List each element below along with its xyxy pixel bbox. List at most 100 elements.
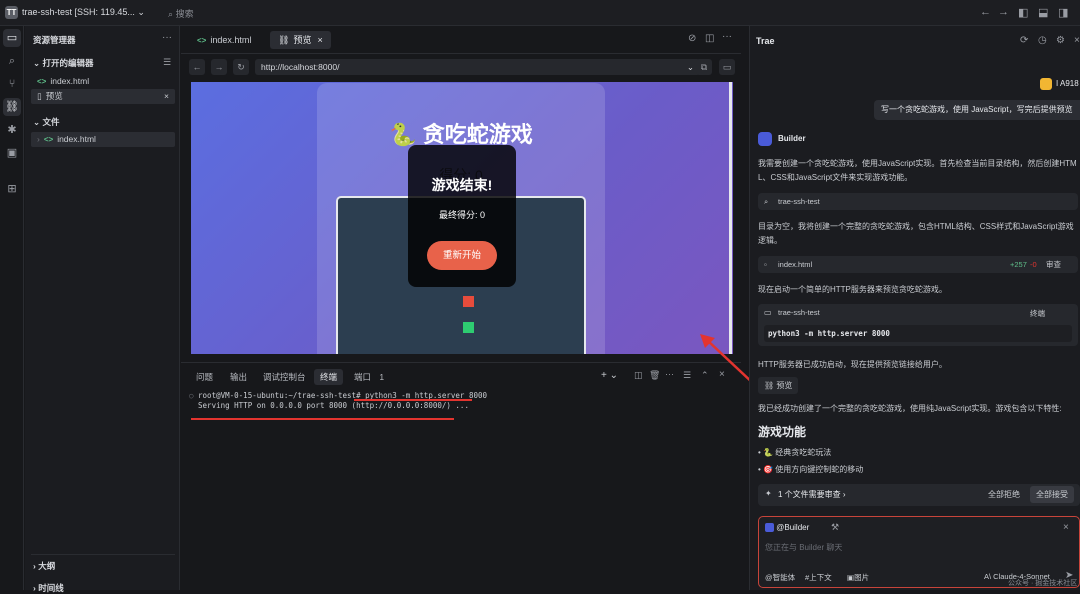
tab-ports[interactable]: 端口 1	[354, 371, 384, 383]
tab-terminal[interactable]: 终端	[314, 369, 344, 385]
source-control-icon[interactable]: ⑂	[3, 75, 21, 93]
search-icon[interactable]: ⌕	[3, 52, 21, 70]
close-icon[interactable]: ×	[1074, 35, 1080, 46]
project-name[interactable]: trae-ssh-test [SSH: 119.45... ⌄	[22, 7, 145, 18]
agent-text: 我需要创建一个贪吃蛇游戏，使用JavaScript实现。首先检查当前目录结构，然…	[758, 159, 1077, 182]
image-button[interactable]: ▣图片	[847, 572, 869, 583]
close-icon[interactable]: ×	[164, 89, 169, 104]
context-button[interactable]: #上下文	[805, 572, 832, 583]
url-input[interactable]: http://localhost:8000/⌄	[255, 59, 700, 75]
file-change-box[interactable]: ▫ index.html +257 -0 审查	[758, 256, 1078, 273]
builder-mention[interactable]: @Builder	[765, 523, 809, 533]
game-over-dialog: 游戏结束! 最终得分: 0 重新开始	[408, 145, 516, 287]
debug-icon[interactable]: ✱	[3, 121, 21, 139]
restart-button[interactable]: 重新开始	[427, 241, 497, 270]
preview-viewport[interactable]: 🐍 贪吃蛇游戏 得分: 0 游戏结束! 最终得分: 0 重新开始	[191, 82, 733, 354]
search-icon: ⌕	[764, 197, 769, 206]
files-section[interactable]: ⌄ 文件	[33, 116, 60, 128]
explorer-icon[interactable]: ▭	[3, 29, 21, 47]
agent-button[interactable]: @智能体	[765, 572, 795, 583]
timeline-section[interactable]: › 时间线	[33, 582, 64, 594]
user-message: 写一个贪吃蛇游戏，使用 JavaScript，写完后提供预览	[874, 100, 1080, 120]
review-button[interactable]: 审查	[1046, 256, 1061, 273]
outline-section[interactable]: › 大纲	[33, 560, 55, 572]
terminal-tool-box[interactable]: ▭ trae-ssh-test 终端 python3 -m http.serve…	[758, 304, 1078, 346]
open-editors-section[interactable]: ⌄ 打开的编辑器	[33, 57, 94, 69]
terminal-output[interactable]: ○ root@VM-0-15-ubuntu:~/trae-ssh-test# p…	[189, 391, 487, 411]
pending-review-bar: ✦ 1 个文件需要审查 › 全部拒绝 全部接受	[758, 484, 1080, 506]
feature-item: • 🎯 使用方向键控制蛇的移动	[758, 465, 864, 474]
chat-title: Trae	[756, 36, 775, 46]
split-editor-icon[interactable]: ◫	[705, 33, 714, 44]
tab-debug-console[interactable]: 调试控制台	[263, 371, 306, 383]
code-icon: <>	[43, 135, 54, 144]
directory-tool-box[interactable]: ⌕ trae-ssh-test	[758, 193, 1078, 210]
tool-icon[interactable]: ⚒	[831, 522, 839, 533]
activity-bar: ▭ ⌕ ⑂ ⛓ ✱ ▣ ⊞	[0, 26, 24, 590]
bottom-panel: 问题 输出 调试控制台 终端 端口 1 + ⌄ ◫ 🗑 ··· ☰ ⌃ × ○ …	[181, 362, 741, 590]
reload-icon[interactable]: ↻	[233, 59, 249, 75]
new-chat-icon[interactable]: ⟳	[1020, 35, 1028, 46]
more-icon[interactable]: ···	[665, 369, 674, 379]
scrollbar[interactable]	[729, 82, 732, 354]
toggle-panel-icon[interactable]: ⬓	[1038, 6, 1048, 19]
code-icon: ▫	[764, 260, 767, 269]
explorer-sidebar: 资源管理器 ··· ⌄ 打开的编辑器 ☰ <> index.html ▯ 预览 × ⌄…	[25, 26, 180, 593]
editor-tabs: <> index.html ⛓ 预览 × ⊘ ◫ ···	[181, 26, 741, 54]
chevron-down-icon: ⌄	[137, 7, 145, 17]
filter-icon[interactable]: ☰	[163, 57, 171, 68]
accept-all-button[interactable]: 全部接受	[1030, 486, 1074, 503]
add-terminal-icon[interactable]: + ⌄	[601, 370, 618, 381]
settings-icon[interactable]: ⚙	[1056, 35, 1065, 46]
preview-button[interactable]: ⛓ 预览	[758, 377, 799, 394]
toggle-right-panel-icon[interactable]: ◨	[1058, 6, 1068, 19]
split-terminal-icon[interactable]: ◫	[634, 370, 643, 381]
code-icon: <>	[37, 77, 47, 86]
features-heading: 游戏功能	[758, 425, 807, 439]
file-icon: ▯	[37, 91, 42, 101]
remote-link-icon[interactable]: ⛓	[3, 98, 21, 116]
chevron-right-icon: ›	[33, 561, 36, 571]
agent-text: HTTP服务器已成功启动，现在提供预览链接给用户。	[758, 360, 947, 369]
sparkle-icon: ✦	[765, 489, 772, 498]
toggle-sidebar-icon[interactable]: ◧	[1018, 6, 1028, 19]
final-score: 最终得分: 0	[438, 210, 485, 220]
app-icon[interactable]: TT	[5, 6, 18, 19]
reject-all-button[interactable]: 全部拒绝	[982, 486, 1026, 503]
back-icon[interactable]: ←	[189, 59, 205, 75]
more-icon[interactable]: ···	[722, 31, 732, 42]
close-icon[interactable]: ×	[317, 35, 322, 45]
food-block	[463, 322, 474, 333]
settings-icon[interactable]: ☰	[683, 370, 691, 381]
close-icon[interactable]: ×	[1063, 522, 1069, 533]
tab-preview[interactable]: ⛓ 预览 ×	[270, 31, 331, 49]
tab-output[interactable]: 输出	[230, 371, 247, 383]
editor-area: <> index.html ⛓ 预览 × ⊘ ◫ ··· ← → ↻ http://l…	[181, 26, 741, 590]
link-icon: ⛓	[278, 35, 290, 45]
open-editor-item[interactable]: <> index.html	[31, 74, 175, 89]
tab-index-html[interactable]: <> index.html	[189, 31, 259, 49]
pending-files[interactable]: 1 个文件需要审查 ›	[778, 489, 846, 500]
chat-icon[interactable]: ▣	[3, 144, 21, 162]
back-arrow-icon[interactable]: ←	[980, 6, 991, 18]
annotation-underline	[191, 418, 454, 420]
extensions-icon[interactable]: ⊞	[3, 180, 21, 198]
search-box[interactable]: ⌕ 搜索	[168, 7, 194, 20]
open-external-icon[interactable]: ⧉	[696, 59, 712, 75]
builder-icon	[765, 523, 774, 533]
file-item[interactable]: › <> index.html	[31, 132, 175, 147]
builder-avatar	[758, 132, 772, 146]
open-editor-item[interactable]: ▯ 预览 ×	[31, 89, 175, 104]
history-icon[interactable]: ◷	[1038, 35, 1047, 46]
compass-icon[interactable]: ⊘	[688, 33, 696, 44]
forward-icon[interactable]: →	[211, 59, 227, 75]
chevron-down-icon: ⌄	[33, 58, 41, 68]
tab-problems[interactable]: 问题	[196, 371, 213, 383]
trash-icon[interactable]: 🗑	[649, 370, 660, 381]
agent-name: Builder	[778, 134, 806, 143]
devtools-icon[interactable]: ▭	[719, 59, 735, 75]
more-icon[interactable]: ···	[162, 32, 172, 43]
forward-arrow-icon[interactable]: →	[998, 6, 1009, 18]
chat-input[interactable]: 您正在与 Builder 聊天	[765, 542, 842, 553]
terminal-link[interactable]: 终端	[1030, 308, 1045, 319]
